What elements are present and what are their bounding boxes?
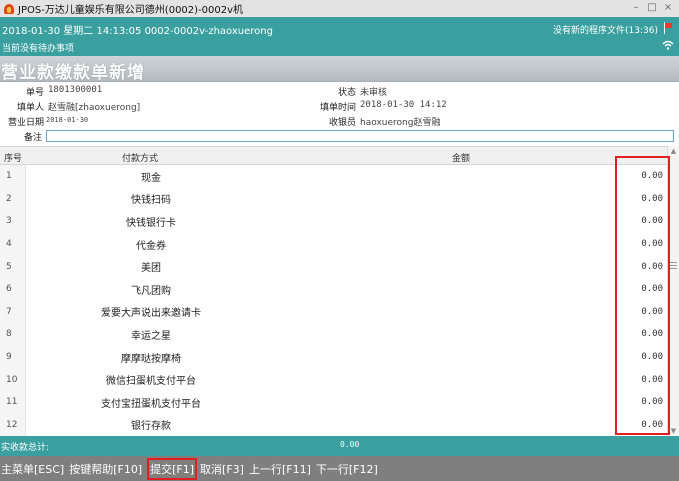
- row-payment-method: 爱要大声说出来邀请卡: [101, 308, 201, 320]
- title-bar: JPOS-万达儿童娱乐有限公司德州(0002)-0002v机 – □ ×: [0, 0, 679, 17]
- table-row[interactable]: 12 银行存款 0.00: [0, 413, 667, 436]
- total-label: 实收款总计:: [1, 443, 50, 453]
- row-payment-method: 飞凡团购: [131, 285, 171, 297]
- row-seq: 10: [0, 368, 26, 391]
- scroll-up-icon[interactable]: ▲: [668, 146, 679, 156]
- row-payment-method: 支付宝扭蛋机支付平台: [101, 398, 201, 410]
- payment-table: 1 现金 0.00 2 快钱扫码 0.00 3 快钱银行卡 0.00 4 代金券 0.00 5 美团 0.0…: [0, 165, 667, 436]
- row-seq: 2: [0, 187, 26, 211]
- status-value: 未审核: [360, 88, 388, 98]
- row-amount[interactable]: 0.00: [641, 165, 663, 188]
- filler-value: 赵雪融[zhaoxuerong]: [48, 103, 141, 113]
- cashier-label: 收银员: [328, 118, 356, 128]
- filler-label: 填单人: [16, 103, 44, 113]
- total-value: 0.00: [340, 440, 360, 449]
- session-info: 2018-01-30 星期二 14:13:05 0002-0002v-zhaox…: [2, 26, 273, 37]
- wifi-icon: [662, 40, 674, 50]
- row-amount[interactable]: 0.00: [641, 323, 663, 346]
- row-amount[interactable]: 0.00: [641, 188, 663, 211]
- table-row[interactable]: 1 现金 0.00: [0, 165, 667, 188]
- row-seq: 12: [0, 413, 26, 436]
- table-row[interactable]: 3 快钱银行卡 0.00: [0, 210, 667, 233]
- row-amount[interactable]: 0.00: [641, 391, 663, 414]
- window-title: JPOS-万达儿童娱乐有限公司德州(0002)-0002v机: [18, 5, 244, 16]
- row-payment-method: 现金: [141, 172, 161, 184]
- status-label: 状态: [337, 88, 356, 98]
- table-row[interactable]: 11 支付宝扭蛋机支付平台 0.00: [0, 391, 667, 414]
- cashier-value: haoxuerong赵雪融: [360, 118, 441, 128]
- row-amount[interactable]: 0.00: [641, 255, 663, 278]
- info-bar: 2018-01-30 星期二 14:13:05 0002-0002v-zhaox…: [0, 17, 679, 56]
- doc-no-value: 1801300001: [48, 85, 103, 95]
- row-seq: 11: [0, 391, 26, 414]
- table-row[interactable]: 2 快钱扫码 0.00: [0, 187, 667, 211]
- row-seq: 6: [0, 278, 26, 301]
- biz-date-label: 营业日期: [7, 118, 44, 128]
- row-payment-method: 微信扫蛋机支付平台: [106, 376, 196, 388]
- row-seq: 5: [0, 255, 26, 278]
- app-logo-icon: [3, 3, 15, 15]
- memo-input[interactable]: [46, 130, 674, 142]
- row-seq: 9: [0, 345, 26, 369]
- fill-time-label: 填单时间: [319, 103, 356, 113]
- biz-date-value: 2018-01-30: [46, 116, 89, 124]
- update-notice: 没有新的程序文件(13:36): [553, 26, 658, 36]
- row-payment-method: 代金券: [136, 240, 166, 252]
- row-payment-method: 快钱扫码: [131, 195, 171, 207]
- flag-icon[interactable]: [663, 22, 673, 34]
- row-amount[interactable]: 0.00: [641, 368, 663, 391]
- page-title: 营业款缴款单新增: [1, 63, 145, 83]
- pending-tasks: 当前没有待办事项: [2, 44, 75, 54]
- next-row-button[interactable]: 下一行[F12]: [316, 461, 378, 477]
- key-help-button[interactable]: 按键帮助[F10]: [69, 461, 142, 477]
- row-seq: 1: [0, 165, 26, 188]
- table-row[interactable]: 10 微信扫蛋机支付平台 0.00: [0, 368, 667, 391]
- table-scrollbar[interactable]: ▲ ▼: [667, 146, 679, 436]
- previous-row-button[interactable]: 上一行[F11]: [249, 461, 311, 477]
- row-amount[interactable]: 0.00: [641, 346, 663, 369]
- table-row[interactable]: 5 美团 0.00: [0, 255, 667, 278]
- header-seq: 序号: [4, 154, 23, 164]
- row-seq: 8: [0, 323, 26, 346]
- shortcut-bar: 主菜单[ESC] 按键帮助[F10] 提交[F1] 取消[F3] 上一行[F11] 下一行…: [0, 456, 679, 481]
- row-payment-method: 快钱银行卡: [126, 217, 176, 229]
- row-amount[interactable]: 0.00: [641, 210, 663, 233]
- maximize-icon[interactable]: □: [647, 2, 657, 14]
- row-amount[interactable]: 0.00: [641, 301, 663, 324]
- header-amount: 金额: [452, 154, 471, 164]
- doc-no-label: 单号: [25, 88, 44, 98]
- submit-button[interactable]: 提交[F1]: [147, 457, 198, 480]
- row-amount[interactable]: 0.00: [641, 233, 663, 256]
- row-amount[interactable]: 0.00: [641, 278, 663, 301]
- row-payment-method: 美团: [141, 263, 161, 275]
- table-row[interactable]: 7 爱要大声说出来邀请卡 0.00: [0, 300, 667, 324]
- row-payment-method: 银行存款: [131, 421, 171, 433]
- page-header: 营业款缴款单新增: [0, 56, 679, 83]
- table-header: 序号 付款方式 金额: [0, 146, 667, 165]
- table-row[interactable]: 8 幸运之星 0.00: [0, 323, 667, 346]
- total-bar: 实收款总计: 0.00: [0, 436, 679, 456]
- cancel-button[interactable]: 取消[F3]: [200, 461, 244, 477]
- header-method: 付款方式: [122, 154, 159, 164]
- row-seq: 4: [0, 232, 26, 256]
- scroll-grip[interactable]: [670, 262, 677, 274]
- minimize-icon[interactable]: –: [631, 2, 641, 14]
- form-panel: 单号 1801300001 状态 未审核 填单人 赵雪融[zhaoxuerong…: [0, 82, 679, 146]
- window-controls: – □ ×: [631, 2, 673, 14]
- row-seq: 3: [0, 210, 26, 233]
- table-row[interactable]: 6 飞凡团购 0.00: [0, 278, 667, 301]
- fill-time-value: 2018-01-30 14:12: [360, 100, 447, 110]
- memo-label: 备注: [23, 133, 42, 143]
- scroll-down-icon[interactable]: ▼: [668, 426, 679, 436]
- row-payment-method: 摩摩哒按摩椅: [121, 353, 181, 365]
- row-payment-method: 幸运之星: [131, 330, 171, 342]
- table-row[interactable]: 4 代金券 0.00: [0, 232, 667, 256]
- row-seq: 7: [0, 300, 26, 324]
- table-row[interactable]: 9 摩摩哒按摩椅 0.00: [0, 345, 667, 369]
- close-icon[interactable]: ×: [663, 2, 673, 14]
- row-amount[interactable]: 0.00: [641, 414, 663, 436]
- main-menu-button[interactable]: 主菜单[ESC]: [1, 461, 64, 477]
